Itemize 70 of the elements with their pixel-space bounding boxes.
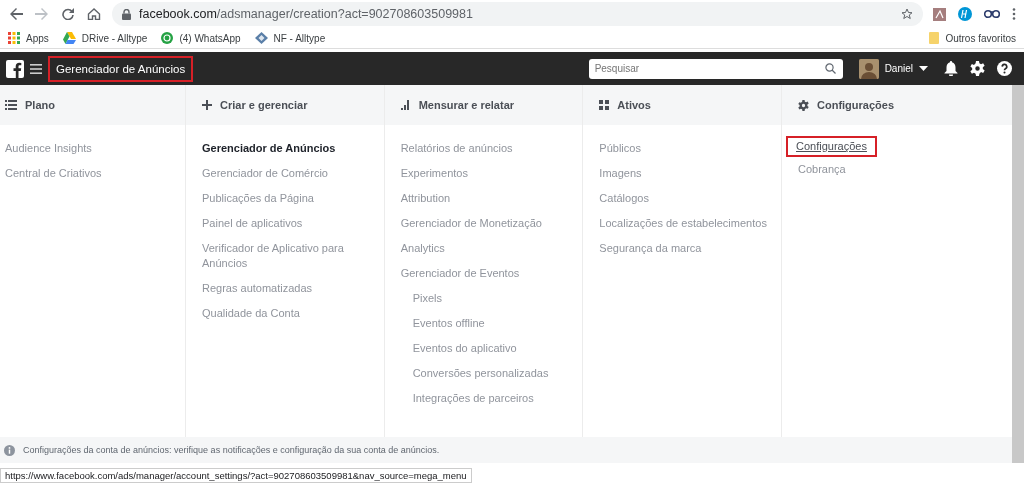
info-icon: [4, 444, 15, 456]
caret-icon[interactable]: [919, 66, 928, 71]
app-title[interactable]: Gerenciador de Anúncios: [48, 55, 194, 82]
column-title: Plano: [25, 99, 55, 111]
menu-link[interactable]: Catálogos: [595, 189, 653, 208]
pdf-icon[interactable]: [933, 7, 946, 21]
info-text: Configurações da conta de anúncios: verifique as notificações e configuração da sua conta de anúncios.: [23, 445, 440, 455]
bookmark-link[interactable]: DRive - Alltype: [81, 32, 148, 44]
settings-icon[interactable]: [970, 61, 985, 76]
menu-link[interactable]: Audience Insights: [1, 139, 96, 158]
status-url: https://www.facebook.com/ads/manager/account_settings/?act=902708603509981&nav_source=mega_menu: [0, 468, 472, 483]
folder-icon: [929, 32, 940, 44]
bookmark-folder[interactable]: Outros favoritos: [945, 32, 1016, 44]
apps-grid-icon: [8, 32, 20, 44]
help-icon[interactable]: [997, 61, 1012, 76]
menu-link[interactable]: Experimentos: [396, 164, 472, 183]
menu-link[interactable]: Gerenciador de Monetização: [396, 214, 546, 233]
menu-link[interactable]: Attribution: [396, 189, 455, 208]
menu-link[interactable]: Qualidade da Conta: [198, 303, 304, 322]
menu-link[interactable]: Central de Criativos: [1, 164, 106, 183]
search-field[interactable]: Pesquisar: [588, 58, 843, 79]
reload-icon[interactable]: [60, 8, 76, 20]
menu-link[interactable]: Gerenciador de Anúncios: [198, 139, 340, 158]
hp-icon[interactable]: [958, 7, 972, 21]
glasses-icon[interactable]: [984, 9, 1000, 19]
bookmark-link[interactable]: NF - Alltype: [273, 32, 326, 44]
menu-link[interactable]: Eventos offline: [408, 314, 553, 333]
bell-icon[interactable]: [944, 61, 958, 76]
column-title: Mensurar e relatar: [418, 99, 515, 111]
back-icon[interactable]: [8, 8, 24, 20]
menu-link[interactable]: Localizações de estabelecimentos: [595, 214, 771, 233]
menu-link[interactable]: Conversões personalizadas: [408, 364, 553, 383]
home-icon[interactable]: [86, 8, 102, 20]
menu-link[interactable]: Pixels: [408, 289, 553, 308]
menu-link[interactable]: Gerenciador de Comércio: [198, 164, 332, 183]
menu-link[interactable]: Eventos do aplicativo: [408, 339, 553, 358]
search-icon[interactable]: [824, 63, 836, 74]
menu-link[interactable]: Imagens: [595, 164, 646, 183]
column-title: Ativos: [617, 99, 651, 111]
menu-link[interactable]: Analytics: [396, 239, 449, 258]
user-name[interactable]: Daniel: [884, 63, 913, 74]
menu-link[interactable]: Cobrança: [794, 160, 850, 179]
diamond-icon: [254, 32, 268, 44]
lock-icon: [122, 8, 131, 20]
menu-link[interactable]: Integrações de parceiros: [408, 389, 553, 408]
grid-icon: [599, 100, 610, 110]
column-title: Criar e gerenciar: [220, 99, 308, 111]
bookmark-link[interactable]: (4) WhatsApp: [179, 32, 241, 44]
bar-chart-icon: [400, 100, 411, 110]
menu-icon[interactable]: [30, 63, 42, 74]
plus-icon: [202, 100, 212, 110]
list-icon: [5, 100, 17, 110]
menu-link[interactable]: Públicos: [595, 139, 645, 158]
menu-link[interactable]: Gerenciador de Eventos: [396, 264, 524, 283]
menu-link[interactable]: Segurança da marca: [595, 239, 706, 258]
bookmark-link[interactable]: Apps: [26, 32, 49, 44]
chat-icon: [161, 32, 174, 44]
column-title: Configurações: [817, 99, 895, 111]
menu-link[interactable]: Publicações da Página: [198, 189, 318, 208]
menu-link[interactable]: Verificador de Aplicativo para Anúncios: [198, 239, 356, 272]
settings-icon: [798, 99, 809, 111]
menu-link[interactable]: Painel de aplicativos: [198, 214, 307, 233]
star-icon[interactable]: [901, 8, 913, 20]
kebab-menu-icon[interactable]: [1012, 8, 1016, 20]
facebook-logo-icon[interactable]: [6, 59, 24, 78]
avatar-icon[interactable]: [858, 58, 879, 79]
menu-link[interactable]: Regras automatizadas: [198, 278, 317, 297]
menu-link[interactable]: Configurações: [786, 136, 877, 157]
menu-link[interactable]: Relatórios de anúncios: [396, 139, 517, 158]
drive-icon: [62, 32, 76, 44]
